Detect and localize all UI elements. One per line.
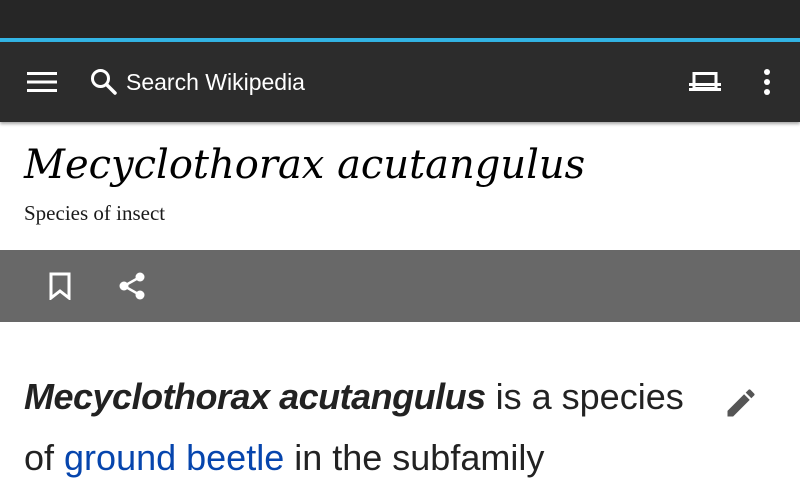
lead-term: Mecyclothorax acutangulus — [24, 376, 486, 417]
tabs-button[interactable] — [682, 60, 728, 104]
tabs-icon — [689, 72, 721, 91]
search-input[interactable]: Search Wikipedia — [126, 66, 305, 98]
bookmark-icon — [49, 272, 71, 300]
status-bar — [0, 0, 800, 38]
share-icon — [119, 272, 145, 300]
page-title: Mecyclothorax acutangulus — [24, 142, 586, 188]
lead-text-part-2: in the subfamily — [284, 437, 545, 478]
article-action-bar — [0, 250, 800, 322]
page-description: Species of insect — [24, 201, 166, 225]
edit-button[interactable] — [718, 380, 764, 426]
edit-pencil-icon — [727, 389, 755, 417]
search-icon[interactable] — [84, 62, 124, 102]
overflow-menu-icon — [764, 69, 770, 95]
article-header: Mecyclothorax acutangulus Species of ins… — [0, 122, 800, 250]
overflow-menu-button[interactable] — [748, 60, 786, 104]
app-toolbar: Search Wikipedia — [0, 42, 800, 122]
ground-beetle-link[interactable]: ground beetle — [64, 437, 284, 478]
menu-button[interactable] — [20, 62, 64, 102]
menu-icon — [27, 72, 57, 92]
bookmark-button[interactable] — [40, 266, 80, 306]
share-button[interactable] — [112, 266, 152, 306]
article-lead-paragraph: Mecyclothorax acutangulus is a species o… — [24, 366, 714, 488]
